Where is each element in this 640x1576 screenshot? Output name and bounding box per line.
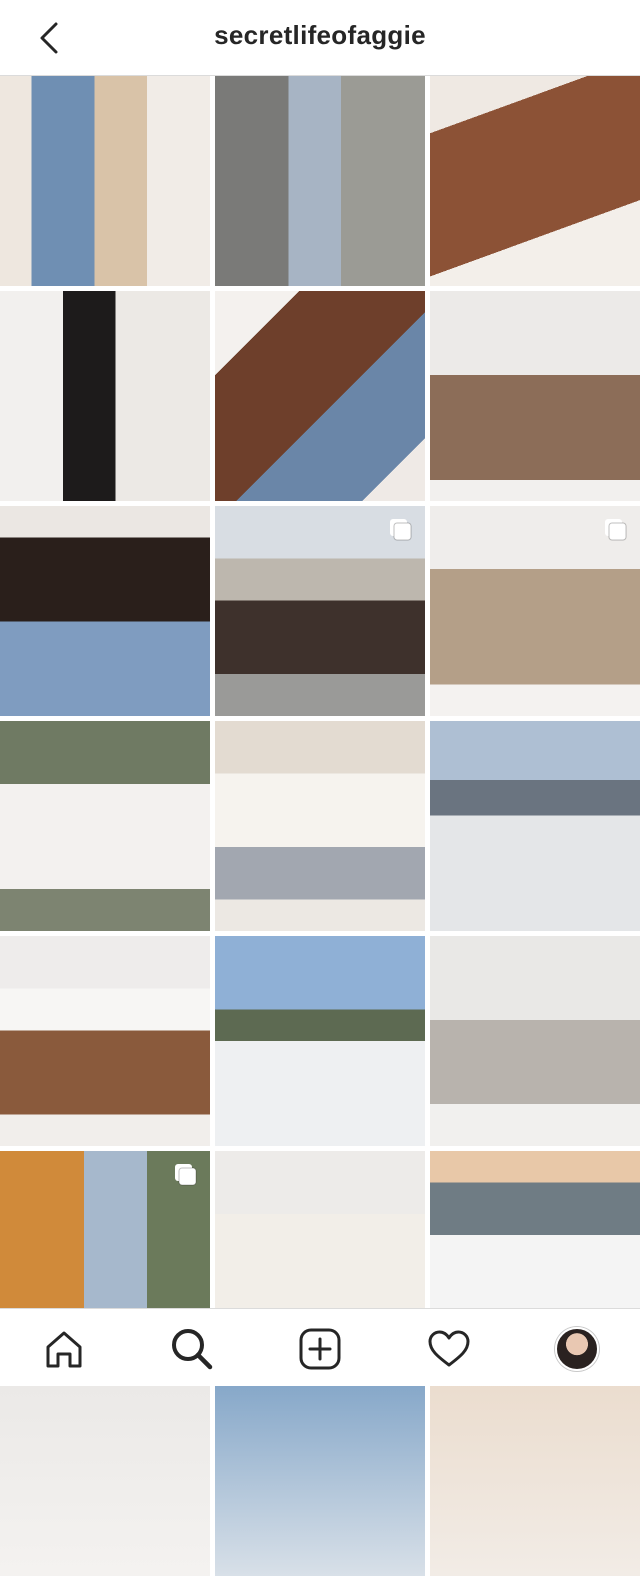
post-thumbnail <box>0 721 210 931</box>
post-thumbnail <box>430 936 640 1146</box>
post-thumbnail <box>430 76 640 286</box>
post-tile[interactable] <box>0 291 210 501</box>
post-tile[interactable] <box>430 76 640 286</box>
tab-new-post[interactable] <box>296 1325 344 1373</box>
post-tile[interactable] <box>215 1366 425 1576</box>
post-tile[interactable] <box>0 506 210 716</box>
carousel-icon <box>605 519 627 541</box>
post-thumbnail <box>0 76 210 286</box>
post-thumbnail <box>0 506 210 716</box>
post-tile[interactable] <box>215 76 425 286</box>
post-thumbnail <box>215 936 425 1146</box>
post-tile[interactable] <box>0 936 210 1146</box>
post-thumbnail <box>215 721 425 931</box>
post-thumbnail <box>215 291 425 501</box>
tab-home[interactable] <box>40 1325 88 1373</box>
page-title: secretlifeofaggie <box>214 20 426 50</box>
top-bar: secretlifeofaggie <box>0 0 640 76</box>
post-tile[interactable] <box>0 1366 210 1576</box>
post-tile[interactable] <box>215 291 425 501</box>
add-post-icon <box>299 1328 341 1370</box>
post-tile[interactable] <box>430 506 640 716</box>
heart-icon <box>428 1330 470 1367</box>
post-thumbnail <box>430 291 640 501</box>
post-thumbnail <box>430 721 640 931</box>
post-tile[interactable] <box>0 721 210 931</box>
post-tile[interactable] <box>430 291 640 501</box>
carousel-icon <box>390 519 412 541</box>
post-thumbnail <box>215 76 425 286</box>
post-tile[interactable] <box>215 936 425 1146</box>
tab-activity[interactable] <box>425 1325 473 1373</box>
bottom-tab-bar <box>0 1308 640 1386</box>
post-thumbnail <box>0 291 210 501</box>
post-tile[interactable] <box>430 936 640 1146</box>
post-tile[interactable] <box>430 721 640 931</box>
post-thumbnail <box>0 936 210 1146</box>
post-thumbnail <box>430 1366 640 1576</box>
post-tile[interactable] <box>0 76 210 286</box>
post-tile[interactable] <box>215 506 425 716</box>
search-icon <box>172 1329 213 1370</box>
post-tile[interactable] <box>215 721 425 931</box>
carousel-icon <box>175 1164 197 1186</box>
tab-profile[interactable] <box>553 1325 601 1373</box>
post-tile[interactable] <box>430 1366 640 1576</box>
post-thumbnail <box>215 1366 425 1576</box>
post-thumbnail <box>0 1366 210 1576</box>
tab-search[interactable] <box>168 1325 216 1373</box>
profile-avatar <box>555 1327 599 1371</box>
home-icon <box>46 1331 82 1368</box>
